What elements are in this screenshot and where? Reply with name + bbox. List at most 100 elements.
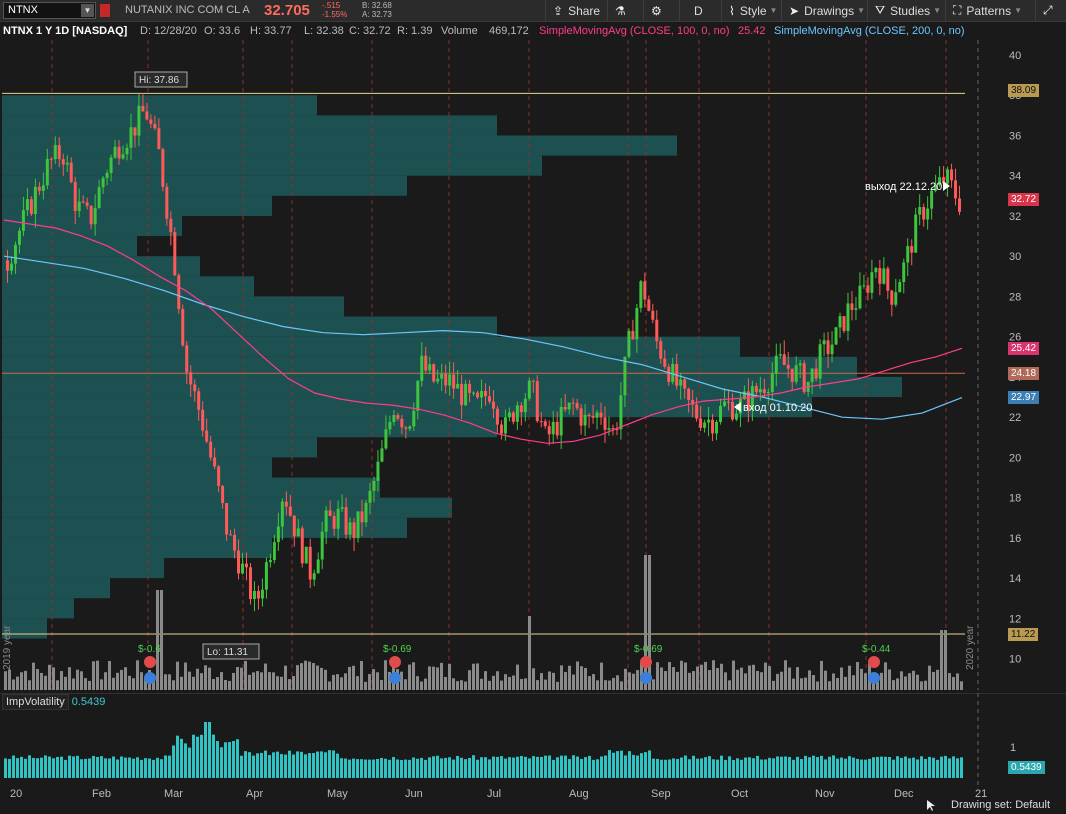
iv-bar <box>180 738 183 778</box>
candle-body <box>703 422 707 428</box>
range-value: R: 1.39 <box>397 25 433 37</box>
iv-bar <box>24 758 27 778</box>
candle-body <box>17 230 21 245</box>
iv-bar <box>916 759 919 778</box>
iv-bar <box>584 757 587 778</box>
volume-bar <box>648 555 651 690</box>
iv-bar <box>228 742 231 778</box>
drawings-button[interactable]: ➤ Drawings ▼ <box>781 0 867 21</box>
drawing-set-status[interactable]: Drawing set: Default <box>951 799 1050 811</box>
volume-bar <box>156 590 159 690</box>
iv-bar <box>260 752 263 778</box>
price-chart[interactable]: $-0.6 $-0.69 $-0.69 $-0.44 Hi: 37.86 Lo: 11.3… <box>0 40 1066 690</box>
candle-body <box>472 392 476 394</box>
studies-button[interactable]: ⛛ Studies ▼ <box>867 0 945 21</box>
volume-bar <box>892 680 895 690</box>
iv-bar <box>92 755 95 778</box>
candle-body <box>396 415 400 419</box>
iv-bar <box>248 752 251 778</box>
volume-bar <box>936 669 939 690</box>
candle-body <box>603 417 607 430</box>
candle-body <box>814 368 818 379</box>
flask-button[interactable]: ⚗ <box>607 0 643 21</box>
candle-body <box>137 105 141 136</box>
iv-bar <box>156 757 159 778</box>
candle-body <box>468 383 472 393</box>
candle-body <box>448 374 452 386</box>
volume-bar <box>232 672 235 690</box>
candle-body <box>627 330 631 357</box>
volume-bar <box>564 672 567 690</box>
iv-bar <box>692 755 695 778</box>
candle-body <box>49 158 53 160</box>
volume-bar <box>536 680 539 690</box>
candle-body <box>213 457 217 467</box>
volume-bar <box>20 672 23 690</box>
candle-body <box>567 402 571 410</box>
candle-body <box>484 390 487 397</box>
volume-bar <box>300 663 303 690</box>
candle-body <box>663 358 667 367</box>
candle-body <box>280 501 284 527</box>
volume-bar <box>884 662 887 690</box>
symbol-input[interactable]: NTNX ▼ <box>3 2 96 19</box>
volume-bar <box>672 667 675 690</box>
maximize-button[interactable]: ⤢ <box>1035 0 1066 21</box>
iv-bar <box>48 756 51 778</box>
iv-bar <box>540 756 543 778</box>
style-button[interactable]: ⌇ Style ▼ <box>721 0 781 21</box>
iv-bar <box>432 756 435 778</box>
volume-profile-bar <box>2 417 497 438</box>
iv-label[interactable]: ImpVolatility <box>2 694 69 710</box>
candle-body <box>428 364 432 371</box>
iv-bar <box>464 759 467 778</box>
volume-bar <box>344 673 347 690</box>
volume-bar <box>944 630 947 690</box>
iv-bar <box>724 759 727 778</box>
candle-body <box>432 364 436 382</box>
bid-ask: B: 32.68 A: 32.73 <box>362 1 392 19</box>
volume-bar <box>708 670 711 690</box>
candle-body <box>93 208 97 225</box>
candle-body <box>599 412 603 418</box>
share-button[interactable]: ⇪ Share <box>545 0 607 21</box>
period-button[interactable]: D <box>679 0 721 21</box>
iv-bar <box>192 734 195 778</box>
earnings-icon <box>640 656 652 668</box>
candle-body <box>910 246 914 253</box>
chevron-down-icon[interactable]: ▼ <box>81 4 94 17</box>
flag-icon[interactable] <box>100 4 110 17</box>
sma100-label[interactable]: SimpleMovingAvg (CLOSE, 100, 0, no) <box>539 25 730 37</box>
iv-bar <box>528 758 531 778</box>
y-axis-label: 10 <box>1009 654 1021 666</box>
candle-body <box>555 421 559 436</box>
candle-body <box>173 232 177 276</box>
volume-bar <box>860 668 863 690</box>
impvolatility-pane[interactable]: ImpVolatility 0.5439 1 0.5439 <box>0 693 1066 785</box>
iv-bar <box>28 755 31 778</box>
volume-bar <box>248 674 251 690</box>
volume-profile-bar <box>2 296 344 317</box>
iv-bar <box>520 755 523 778</box>
volume-bar <box>444 676 447 690</box>
volume-bar <box>848 665 851 690</box>
candle-body <box>523 398 527 413</box>
candle-body <box>77 201 81 211</box>
candle-body <box>651 310 655 320</box>
iv-bar <box>884 756 887 778</box>
sma200-label[interactable]: SimpleMovingAvg (CLOSE, 200, 0, no) <box>774 25 965 37</box>
volume-bar <box>636 670 639 690</box>
volume-bar <box>120 669 123 690</box>
volume-bar <box>820 660 823 690</box>
patterns-button[interactable]: ⛶ Patterns ▼ <box>945 0 1035 21</box>
volume-bar <box>556 681 559 690</box>
candle-body <box>950 169 954 181</box>
volume-bar <box>404 679 407 690</box>
iv-bar <box>100 756 103 778</box>
candle-body <box>798 363 802 366</box>
volume-bar <box>956 673 959 690</box>
candle-body <box>547 426 551 435</box>
iv-bar <box>880 756 883 778</box>
iv-bar <box>896 756 899 778</box>
settings-button[interactable]: ⚙ <box>643 0 679 21</box>
